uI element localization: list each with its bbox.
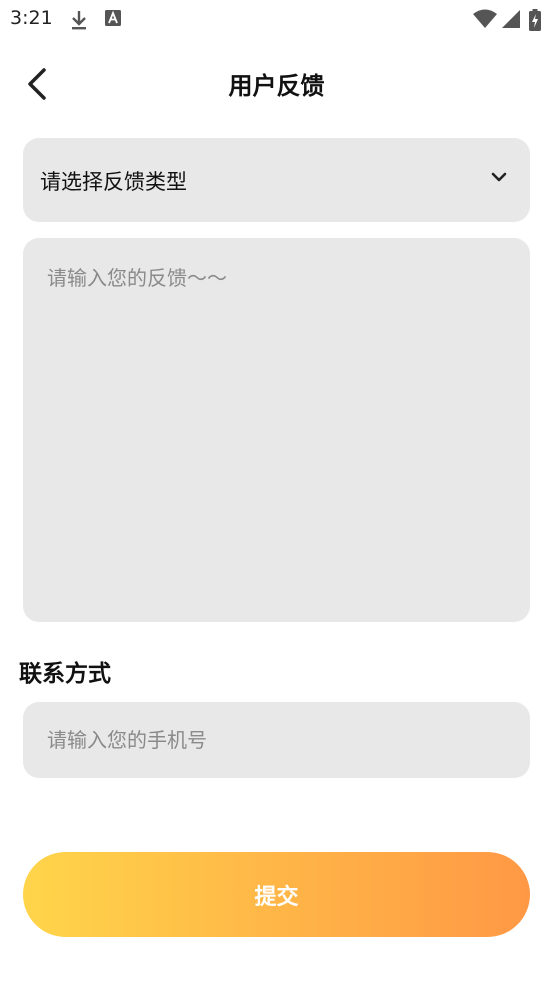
a-badge-icon	[104, 9, 122, 31]
feedback-type-dropdown[interactable]: 请选择反馈类型	[23, 138, 530, 222]
status-time: 3:21	[10, 7, 53, 29]
contact-section-title: 联系方式	[19, 661, 111, 687]
status-bar: 3:21	[0, 0, 553, 38]
wifi-icon	[473, 9, 497, 33]
page-title: 用户反馈	[228, 72, 325, 100]
top-navigation-bar: 用户反馈	[0, 52, 553, 116]
chevron-down-icon	[490, 170, 508, 189]
feedback-content-area	[23, 238, 530, 622]
submit-button[interactable]: 提交	[23, 852, 530, 937]
feedback-type-label: 请选择反馈类型	[40, 170, 187, 194]
signal-icon	[501, 9, 521, 33]
phone-number-input[interactable]	[23, 702, 530, 778]
download-icon	[70, 9, 88, 35]
battery-charging-icon	[529, 9, 541, 35]
phone-field-container	[23, 702, 530, 778]
feedback-content-input[interactable]	[23, 238, 530, 622]
